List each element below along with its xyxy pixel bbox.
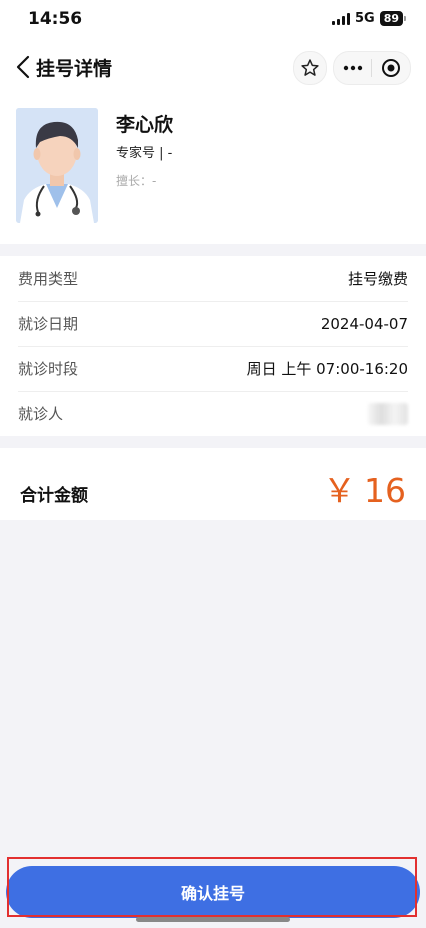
status-bar: 14:56 5G 89: [0, 0, 426, 42]
amount-value: 16: [364, 471, 406, 510]
total-amount: ￥ 16: [323, 464, 406, 512]
status-indicators: 5G 89: [331, 11, 406, 26]
page-title: 挂号详情: [36, 58, 113, 80]
battery-icon: 89: [379, 11, 406, 26]
highlight-box: [7, 857, 417, 917]
doctor-card: 李心欣 专家号 | - 擅长：-: [0, 92, 426, 244]
mini-program-capsule: [333, 51, 411, 85]
info-row-patient: 就诊人: [18, 391, 408, 436]
doctor-level: 专家号 | -: [116, 146, 173, 161]
currency-symbol: ￥: [323, 471, 356, 510]
patient-name-redacted: [368, 402, 408, 425]
info-row-fee-type: 费用类型 挂号缴费: [18, 256, 408, 302]
info-label: 费用类型: [18, 270, 79, 288]
info-row-time-slot: 就诊时段 周日 上午 07:00-16:20: [18, 346, 408, 392]
doctor-specialty: 擅长：-: [116, 174, 157, 188]
info-label: 就诊时段: [18, 360, 79, 378]
star-outline-icon: [301, 59, 319, 76]
nav-bar: 挂号详情: [0, 42, 426, 92]
total-card: 合计金额 ￥ 16: [0, 448, 426, 520]
home-indicator: [136, 917, 290, 922]
doctor-name: 李心欣: [116, 114, 174, 136]
signal-icon: [331, 12, 350, 25]
info-value: 挂号缴费: [347, 270, 408, 288]
favorite-button[interactable]: [293, 51, 327, 85]
chevron-left-icon: [16, 55, 30, 79]
doctor-avatar-icon: [16, 108, 98, 223]
doctor-avatar: [16, 108, 98, 223]
more-dots-icon: [343, 65, 362, 71]
battery-level: 89: [379, 11, 403, 26]
status-time: 14:56: [28, 9, 83, 29]
network-label: 5G: [354, 11, 375, 26]
info-row-visit-date: 就诊日期 2024-04-07: [18, 301, 408, 347]
info-value: 2024-04-07: [320, 314, 408, 333]
appointment-info: 费用类型 挂号缴费 就诊日期 2024-04-07 就诊时段 周日 上午 07:…: [0, 256, 426, 436]
info-label: 就诊人: [18, 405, 64, 423]
info-label: 就诊日期: [18, 315, 79, 333]
total-label: 合计金额: [20, 486, 88, 506]
back-button[interactable]: [14, 54, 38, 80]
info-value: 周日 上午 07:00-16:20: [246, 360, 408, 378]
close-button[interactable]: [372, 52, 410, 84]
target-close-icon: [382, 59, 400, 77]
more-button[interactable]: [334, 52, 371, 84]
